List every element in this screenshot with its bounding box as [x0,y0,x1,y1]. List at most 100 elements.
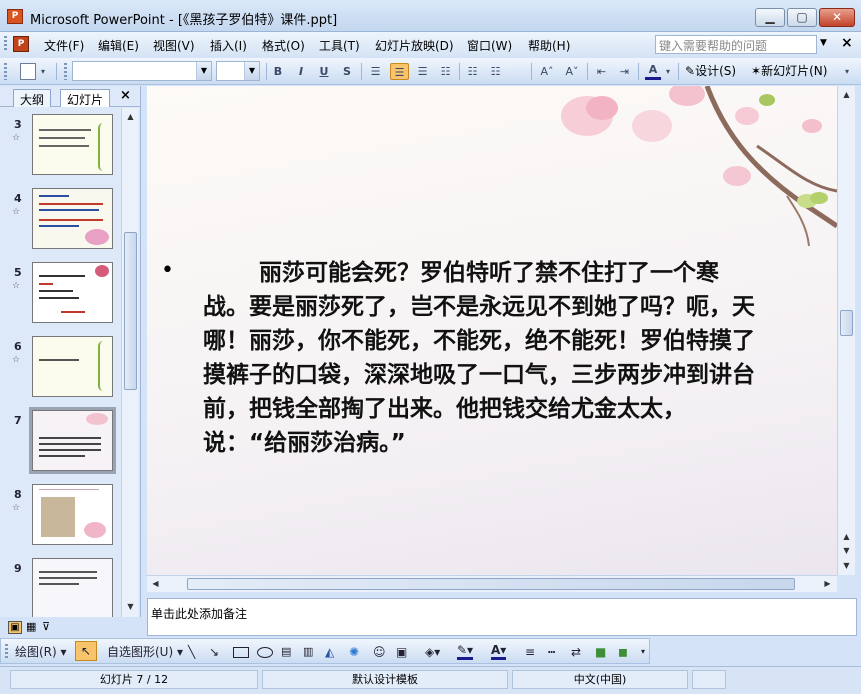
arrow-style-icon[interactable]: ⇄ [571,644,581,660]
toolbar-options-icon[interactable]: ▾ [38,63,48,80]
line-style-icon[interactable]: ≡ [525,644,535,660]
align-right-icon[interactable]: ☰ [414,63,431,80]
dash-style-icon[interactable]: ┅ [548,644,555,660]
font-name-combo[interactable]: ▼ [72,61,212,81]
menu-help[interactable]: 帮助(H) [528,37,570,54]
slide-thumbnail-9[interactable] [32,558,113,617]
slide-thumbnail-5[interactable] [32,262,113,323]
textbox-tool-icon[interactable]: ▤ [281,644,291,660]
slide-thumbnail-6[interactable] [32,336,113,397]
bold-button[interactable]: B [271,63,285,80]
scroll-up-icon[interactable]: ▲ [124,110,137,124]
next-slide-icon[interactable]: ▼ [840,544,853,558]
chevron-down-icon[interactable]: ▾ [664,63,672,80]
scrollbar-thumb[interactable] [124,232,137,390]
maximize-button[interactable]: ▢ [787,8,817,27]
slide-editor[interactable]: • 丽莎可能会死？罗伯特听了禁不住打了一个寒战。要是丽莎死了，岂不是永远见不到她… [147,86,837,575]
slide-thumbnail-4[interactable] [32,188,113,249]
slideshow-view-icon[interactable]: ⊽ [42,621,50,633]
draw-menu-button[interactable]: 绘图(R) ▾ [15,644,67,660]
menu-tools[interactable]: 工具(T) [319,37,360,54]
tab-outline[interactable]: 大纲 [13,89,52,107]
align-left-icon[interactable]: ☰ [367,63,384,80]
menu-view[interactable]: 视图(V) [153,37,195,54]
menu-insert[interactable]: 插入(I) [210,37,247,54]
scrollbar-thumb[interactable] [187,578,795,590]
scroll-up-icon[interactable]: ▲ [840,88,853,102]
font-color-draw-icon[interactable]: A▾ [491,644,507,660]
tab-slides[interactable]: 幻灯片 [60,89,111,107]
toolbar-grip-handle[interactable] [4,63,7,80]
vertical-textbox-icon[interactable]: ▥ [303,644,313,660]
scroll-down-icon[interactable]: ▼ [124,600,137,614]
menu-file[interactable]: 文件(F) [44,37,84,54]
shadow-button[interactable]: S [340,63,354,80]
rectangle-tool-icon[interactable] [233,647,249,658]
shadow-style-icon[interactable]: ■ [595,644,606,660]
slide-thumbnail-7[interactable] [29,407,116,474]
underline-button[interactable]: U [317,63,331,80]
decrease-indent-icon[interactable]: ⇤ [593,63,610,80]
design-button[interactable]: ✎设计(S) [685,63,745,80]
thumbnail-scrollbar[interactable]: ▲ ▼ [121,108,138,617]
decrease-font-button[interactable]: A˅ [562,63,582,80]
slide-body-text[interactable]: 丽莎可能会死？罗伯特听了禁不住打了一个寒战。要是丽莎死了，岂不是永远见不到她了吗… [187,256,757,460]
chevron-down-icon[interactable]: ▼ [244,62,259,80]
wordart-icon[interactable]: ◭ [325,644,334,660]
notes-pane[interactable]: 单击此处添加备注 [147,598,857,636]
slide-thumbnail-8[interactable] [32,484,113,545]
oval-tool-icon[interactable] [257,647,273,658]
autoshapes-button[interactable]: 自选图形(U) ▾ [107,644,183,660]
powerpoint-app-icon[interactable]: P [7,9,23,24]
align-center-icon[interactable]: ☰ [390,63,409,80]
select-pointer-icon[interactable]: ↖ [75,641,97,661]
clipart-icon[interactable]: ☺ [373,644,386,660]
menu-edit[interactable]: 编辑(E) [98,37,139,54]
help-search-input[interactable]: 键入需要帮助的问题 [655,35,817,54]
slide-number: 3 [14,118,22,131]
toolbar-options-icon[interactable]: ▾ [842,63,852,80]
increase-font-button[interactable]: A˄ [537,63,557,80]
distribute-icon[interactable]: ☷ [437,63,454,80]
current-slide[interactable]: • 丽莎可能会死？罗伯特听了禁不住打了一个寒战。要是丽莎死了，岂不是永远见不到她… [147,86,837,575]
close-pane-icon[interactable]: × [120,88,131,103]
new-slide-button[interactable]: ✶新幻灯片(N) [751,63,837,80]
toolbar-options-icon[interactable]: ▾ [641,644,645,660]
line-color-icon[interactable]: ✎▾ [457,644,474,660]
slide-sorter-view-icon[interactable]: ▦ [26,621,36,633]
menu-grip-handle[interactable] [4,36,7,52]
menu-bar: P 文件(F) 编辑(E) 视图(V) 插入(I) 格式(O) 工具(T) 幻灯… [0,32,861,56]
diagram-icon[interactable]: ✺ [349,644,359,660]
font-size-combo[interactable]: ▼ [216,61,260,81]
slide-horizontal-scrollbar[interactable]: ◀ ▶ [147,575,837,592]
insert-picture-icon[interactable]: ▣ [396,644,407,660]
bullet-list-icon[interactable]: ☷ [487,63,504,80]
scroll-left-icon[interactable]: ◀ [149,577,162,591]
menu-format[interactable]: 格式(O) [262,37,305,54]
scroll-down-icon[interactable]: ▼ [840,559,853,573]
previous-slide-icon[interactable]: ▲ [840,530,853,544]
arrow-tool-icon[interactable]: ↘ [209,644,219,660]
3d-style-icon[interactable]: ◼ [618,644,628,660]
normal-view-icon[interactable]: ▣ [8,621,22,634]
scroll-right-icon[interactable]: ▶ [821,577,834,591]
minimize-button[interactable]: ▁ [755,8,785,27]
chevron-down-icon[interactable]: ▼ [196,62,211,80]
increase-indent-icon[interactable]: ⇥ [616,63,633,80]
menu-slideshow[interactable]: 幻灯片放映(D) [375,37,454,54]
close-window-button[interactable]: ✕ [819,8,855,27]
slide-vertical-scrollbar[interactable]: ▲ ▲ ▼ ▼ [837,86,855,575]
numbered-list-icon[interactable]: ☷ [464,63,481,80]
scrollbar-thumb[interactable] [840,310,853,336]
fill-color-icon[interactable]: ◈▾ [425,644,440,660]
italic-button[interactable]: I [294,63,308,80]
document-icon[interactable]: P [13,36,29,52]
close-document-icon[interactable]: × [841,35,853,51]
toolbar-grip-handle[interactable] [5,644,8,660]
menu-window[interactable]: 窗口(W) [467,37,512,54]
font-color-button[interactable]: A [645,63,661,80]
slide-thumbnail-3[interactable] [32,114,113,175]
help-dropdown-icon[interactable]: ▼ [820,38,827,48]
line-tool-icon[interactable]: ╲ [188,644,195,660]
new-document-icon[interactable] [20,63,36,80]
